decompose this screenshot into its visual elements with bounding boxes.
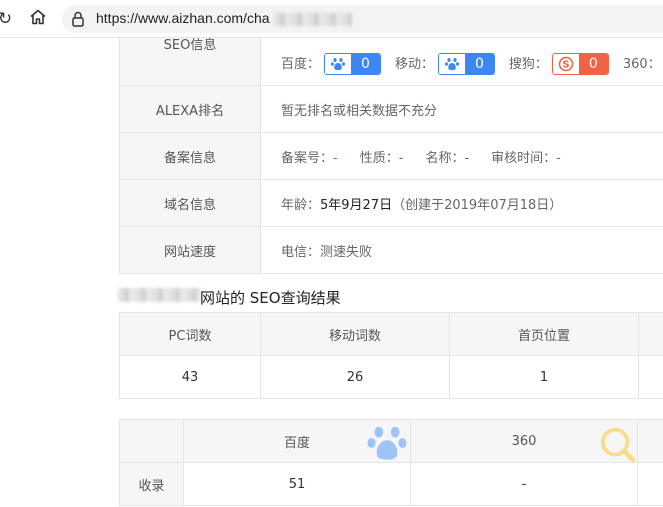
beian-values: 备案号：- 性质：- 名称：- 审核时间：- xyxy=(260,132,663,180)
360-search-watermark-icon xyxy=(600,427,636,463)
alexa-row: ALEXA排名 暂无排名或相关数据不充分 xyxy=(119,85,663,133)
table-row: 收录 51 - xyxy=(119,462,663,506)
seo-result-title: 网站的 SEO查询结果 xyxy=(200,289,341,307)
baidu-paw-watermark-icon xyxy=(367,426,407,460)
domain-row: 域名信息 年龄：5年9月27日（创建于2019年07月18日） xyxy=(119,179,663,227)
table-header-row: 百度 360 xyxy=(119,419,663,463)
beian-number-link[interactable]: - xyxy=(333,151,338,166)
page-content: SEO信息 百度： 0 移动： 0 搜狗： S 0 360： ALEXA排名 暂无排名或相关数… xyxy=(0,38,663,507)
mobile-weight-badge[interactable]: 0 xyxy=(437,53,495,76)
extra-header xyxy=(638,312,663,356)
row-label: SEO信息 xyxy=(119,38,261,86)
table-header-row: PC词数 移动词数 首页位置 xyxy=(119,312,663,356)
baidu-weight-badge[interactable]: 0 xyxy=(324,53,381,76)
sogou-icon: S xyxy=(552,54,579,75)
seo-result-table: PC词数 移动词数 首页位置 43 26 1 xyxy=(119,312,663,399)
index-row-label: 收录 xyxy=(119,462,184,506)
alexa-value: 暂无排名或相关数据不充分 xyxy=(260,85,663,133)
svg-text:S: S xyxy=(562,60,569,71)
speed-row: 网站速度 电信：测速失败 xyxy=(119,226,663,274)
speed-value: 电信：测速失败 xyxy=(260,226,663,274)
homepage-position-value[interactable]: 1 xyxy=(449,355,639,399)
reload-icon[interactable]: ↻ xyxy=(0,8,16,30)
360-label: 360： xyxy=(622,56,661,72)
pc-words-header: PC词数 xyxy=(119,312,261,356)
index-record-table: 百度 360 收录 51 - xyxy=(119,419,663,506)
site-info-table: SEO信息 百度： 0 移动： 0 搜狗： S 0 360： ALEXA排名 暂无排名或相关数… xyxy=(119,38,663,274)
sogou-label: 搜狗： xyxy=(508,56,548,72)
row-label: ALEXA排名 xyxy=(119,85,261,133)
domain-created: （创建于2019年07月18日） xyxy=(392,197,563,213)
url-text: https://www.aizhan.com/cha xyxy=(96,10,270,26)
row-label: 网站速度 xyxy=(119,226,261,274)
mobile-label: 移动： xyxy=(394,56,434,72)
360-header: 360 xyxy=(410,419,638,463)
domain-age: 5年9月27日 xyxy=(320,197,393,213)
sogou-weight-badge[interactable]: S0 xyxy=(551,53,609,76)
baidu-mobile-paw-icon xyxy=(438,54,465,75)
table-row: 43 26 1 xyxy=(119,355,663,399)
baidu-paw-icon xyxy=(325,54,352,75)
lock-icon[interactable] xyxy=(70,10,86,28)
mobile-words-value[interactable]: 26 xyxy=(260,355,450,399)
extra-value xyxy=(638,355,663,399)
baidu-index-value[interactable]: 51 xyxy=(183,462,411,506)
row-label: 备案信息 xyxy=(119,132,261,180)
pc-words-value[interactable]: 43 xyxy=(119,355,261,399)
browser-toolbar: ↻ https://www.aizhan.com/cha xyxy=(0,0,663,38)
row-label: 域名信息 xyxy=(119,179,261,227)
corner-cell xyxy=(119,419,184,463)
seo-info-row: SEO信息 百度： 0 移动： 0 搜狗： S 0 360： xyxy=(119,38,663,86)
baidu-header: 百度 xyxy=(183,419,411,463)
homepage-position-header: 首页位置 xyxy=(449,312,639,356)
domain-values: 年龄：5年9月27日（创建于2019年07月18日） xyxy=(260,179,663,227)
home-icon[interactable] xyxy=(27,8,49,30)
extra-header xyxy=(637,419,663,463)
mobile-words-header: 移动词数 xyxy=(260,312,450,356)
address-bar[interactable]: https://www.aizhan.com/cha xyxy=(62,5,663,33)
redacted-domain-blur xyxy=(118,288,202,302)
360-index-value: - xyxy=(410,462,638,506)
baidu-label: 百度： xyxy=(281,56,321,72)
seo-info-values: 百度： 0 移动： 0 搜狗： S 0 360： xyxy=(260,38,663,86)
redacted-url-blur xyxy=(274,13,352,26)
extra-value xyxy=(637,462,663,506)
beian-row: 备案信息 备案号：- 性质：- 名称：- 审核时间：- xyxy=(119,132,663,180)
